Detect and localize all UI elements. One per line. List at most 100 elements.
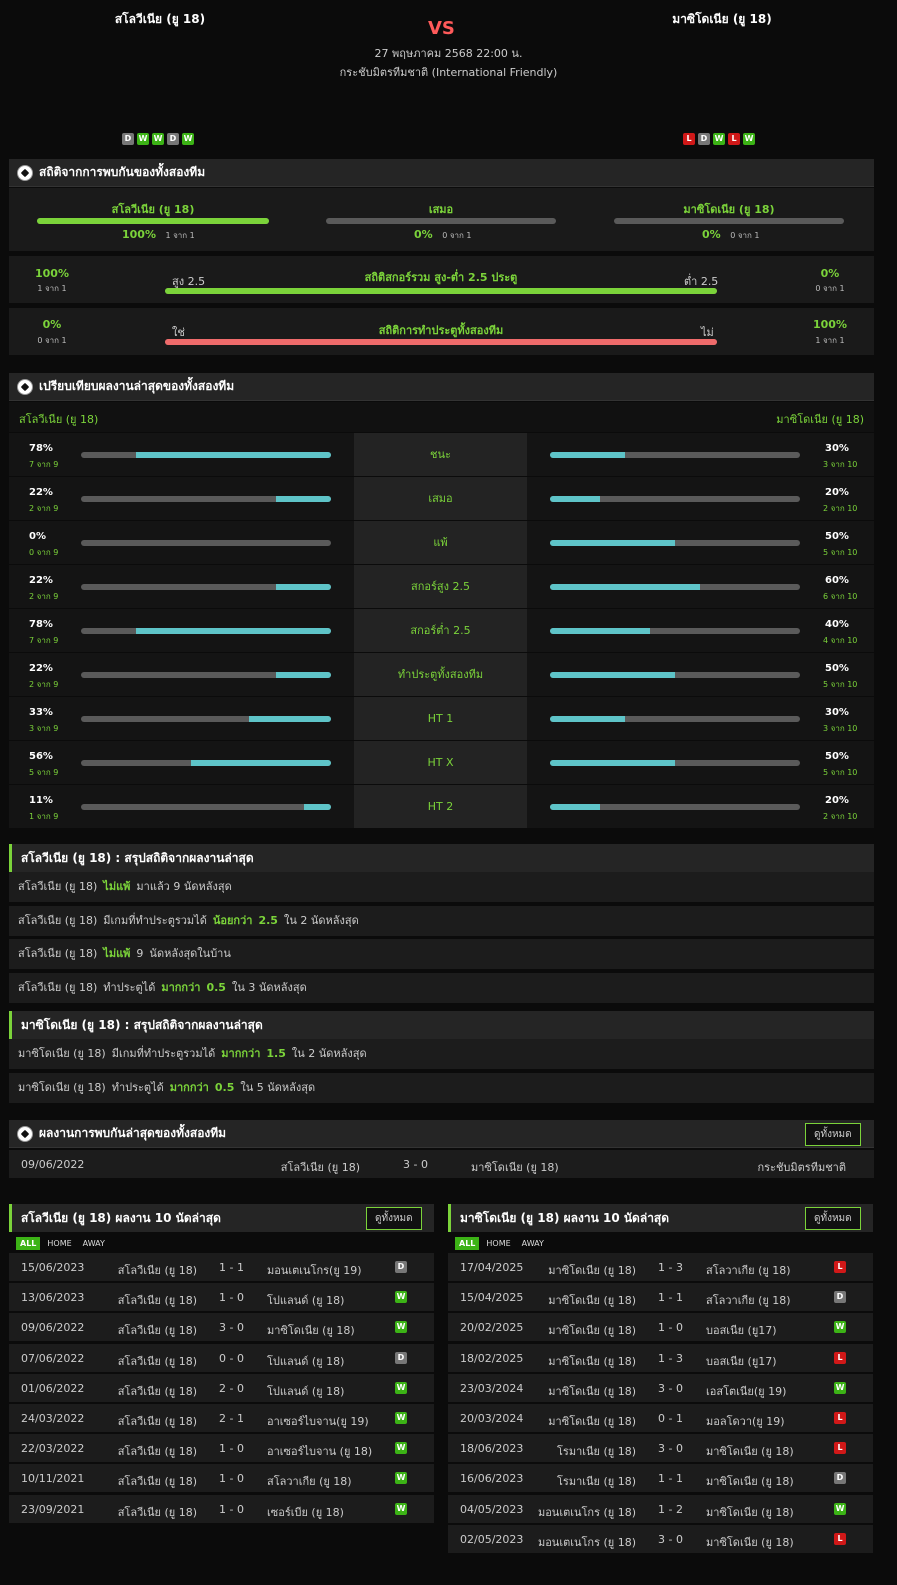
form-result-badge: D bbox=[122, 133, 134, 145]
match-row[interactable]: 20/02/2025 มาซิโดเนีย (ยู 18) 1 - 0 บอสเนีย… bbox=[448, 1313, 873, 1342]
match-row[interactable]: 18/06/2023 โรมาเนีย (ยู 18) 3 - 0 มาซิโดเนี… bbox=[448, 1434, 873, 1463]
away-team-name[interactable]: มาซิโดเนีย (ยู 18) bbox=[622, 10, 822, 29]
home-pct: 56% bbox=[29, 751, 53, 762]
match-row[interactable]: 10/11/2021 สโลวีเนีย (ยู 18) 1 - 0 สโลวาเกี… bbox=[9, 1464, 434, 1493]
match-row[interactable]: 01/06/2022 สโลวีเนีย (ยู 18) 2 - 0 โปแลนด์ … bbox=[9, 1373, 434, 1402]
football-icon bbox=[17, 164, 33, 181]
summary-row: มาซิโดเนีย (ยู 18) ทำประตูได้ มากกว่า 0.5 ใน… bbox=[9, 1072, 874, 1103]
match-row[interactable]: 15/04/2025 มาซิโดเนีย (ยู 18) 1 - 1 สโลวาเก… bbox=[448, 1283, 873, 1312]
form-result-badge: L bbox=[728, 133, 740, 145]
summary-text: 0.5 bbox=[214, 1080, 235, 1094]
match-row[interactable]: 07/06/2022 สโลวีเนีย (ยู 18) 0 - 0 โปแลนด์ … bbox=[9, 1343, 434, 1372]
match-row[interactable]: 16/06/2023 โรมาเนีย (ยู 18) 1 - 1 มาซิโดเนี… bbox=[448, 1464, 873, 1493]
tab-all[interactable]: ALL bbox=[16, 1237, 41, 1250]
match-date: 18/02/2025 bbox=[460, 1351, 524, 1365]
summary-text: มาแล้ว 9 นัดหลังสุด bbox=[136, 880, 232, 893]
match-row[interactable]: 17/04/2025 มาซิโดเนีย (ยู 18) 1 - 3 สโลวาเก… bbox=[448, 1253, 873, 1281]
result-badge: L bbox=[834, 1442, 846, 1455]
match-row[interactable]: 04/05/2023 มอนเตเนโกร (ยู 18) 1 - 2 มาซิโดเ… bbox=[448, 1494, 873, 1523]
summary-text: สโลวีเนีย (ยู 18) bbox=[18, 980, 98, 994]
compare-away-cell: 50% 5 จาก 10 bbox=[527, 741, 874, 784]
btts-left-sub: 0 จาก 1 bbox=[37, 336, 67, 345]
summary-row: สโลวีเนีย (ยู 18) ไม่แพ้ 9 นัดหลังสุดในบ้าน bbox=[9, 939, 874, 969]
h2h-view-all-button[interactable]: ดูทั้งหมด bbox=[805, 1123, 861, 1146]
summary-text: ใน 3 นัดหลังสุด bbox=[231, 980, 307, 994]
away-summary-header: มาซิโดเนีย (ยู 18) : สรุปสถิติจากผลงานล่… bbox=[9, 1011, 874, 1039]
tab-away[interactable]: AWAY bbox=[79, 1237, 109, 1250]
compare-label: แพ้ bbox=[354, 521, 527, 564]
compare-label: HT 2 bbox=[354, 785, 527, 828]
draw-label: เสมอ bbox=[428, 203, 454, 216]
home-summary-header: สโลวีเนีย (ยู 18) : สรุปสถิติจากผลงานล่า… bbox=[9, 844, 874, 872]
away-team: บอสเนีย (ยู17) bbox=[706, 1324, 777, 1338]
summary-row: สโลวีเนีย (ยู 18) ทำประตูได้ มากกว่า 0.5 ใน … bbox=[9, 972, 874, 1003]
match-row[interactable]: 02/05/2023 มอนเตเนโกร (ยู 18) 3 - 0 มาซิโดเ… bbox=[448, 1524, 873, 1553]
away-last10-view-all-button[interactable]: ดูทั้งหมด bbox=[805, 1207, 861, 1230]
form-result-badge: L bbox=[683, 133, 695, 145]
away-team: บอสเนีย (ยู17) bbox=[706, 1354, 777, 1368]
form-result-badge: W bbox=[743, 133, 755, 145]
compare-home-cell: 11% 1 จาก 9 bbox=[9, 785, 354, 828]
summary-text: ใน 5 นัดหลังสุด bbox=[240, 1080, 316, 1094]
match-date: 22/03/2022 bbox=[21, 1442, 85, 1456]
home-team-name[interactable]: สโลวีเนีย (ยู 18) bbox=[60, 10, 260, 29]
h2h-results-header: ผลงานการพบกันล่าสุดของทั้งสองทีม bbox=[9, 1120, 874, 1148]
match-row[interactable]: 22/03/2022 สโลวีเนีย (ยู 18) 1 - 0 อาเซอร์ไ… bbox=[9, 1434, 434, 1463]
match-row[interactable]: 24/03/2022 สโลวีเนีย (ยู 18) 2 - 1 อาเซอร์ไ… bbox=[9, 1404, 434, 1432]
btts-panel: 0% 0 จาก 1 ใช่ สถิติการทำประตูทั้งสองทีม… bbox=[9, 308, 874, 355]
summary-text: 2.5 bbox=[258, 913, 278, 927]
away-sub: 2 จาก 10 bbox=[823, 504, 858, 513]
result-badge: L bbox=[834, 1351, 846, 1364]
score: 3 - 0 bbox=[658, 1532, 683, 1546]
home-team: สโลวีเนีย (ยู 18) bbox=[117, 1294, 197, 1308]
form-result-badge: W bbox=[152, 133, 164, 145]
match-row[interactable]: 20/03/2024 มาซิโดเนีย (ยู 18) 0 - 1 มอลโดวา… bbox=[448, 1404, 873, 1432]
match-date: 20/02/2025 bbox=[460, 1321, 524, 1335]
away-pct: 30% bbox=[825, 443, 849, 454]
away-pct: 50% bbox=[825, 663, 849, 674]
match-row[interactable]: 15/06/2023 สโลวีเนีย (ยู 18) 1 - 1 มอนเตเนโ… bbox=[9, 1253, 434, 1281]
match-row[interactable]: 23/03/2024 มาซิโดเนีย (ยู 18) 3 - 0 เอสโตเน… bbox=[448, 1373, 873, 1402]
away-team: มาซิโดเนีย (ยู 18) bbox=[706, 1475, 794, 1489]
home-team: สโลวีเนีย (ยู 18) bbox=[280, 1161, 360, 1174]
match-row[interactable]: 13/06/2023 สโลวีเนีย (ยู 18) 1 - 0 โปแลนด์ … bbox=[9, 1283, 434, 1312]
home-form: DWWDW bbox=[122, 131, 197, 145]
score: 1 - 0 bbox=[219, 1502, 244, 1516]
match-date: 24/03/2022 bbox=[21, 1412, 85, 1425]
match-date: 23/03/2024 bbox=[460, 1381, 524, 1395]
away-bar bbox=[550, 716, 800, 722]
compare-row: 22% 2 จาก 9 ทำประตูทั้งสองทีม 50% 5 จาก 10 bbox=[9, 653, 874, 696]
summary-text: สโลวีเนีย (ยู 18) bbox=[18, 880, 98, 893]
home-last10-view-all-button[interactable]: ดูทั้งหมด bbox=[366, 1207, 422, 1230]
match-row[interactable]: 23/09/2021 สโลวีเนีย (ยู 18) 1 - 0 เซอร์เบี… bbox=[9, 1494, 434, 1523]
compare-row: 0% 0 จาก 9 แพ้ 50% 5 จาก 10 bbox=[9, 521, 874, 564]
h2h-row[interactable]: 09/06/2022 สโลวีเนีย (ยู 18) 3 - 0 มาซิโดเน… bbox=[9, 1150, 874, 1178]
tab-home[interactable]: HOME bbox=[43, 1237, 75, 1250]
form-result-badge: D bbox=[167, 133, 179, 145]
compare-away-cell: 30% 3 จาก 10 bbox=[527, 433, 874, 476]
home-team: สโลวีเนีย (ยู 18) bbox=[117, 1324, 197, 1338]
home-bar-fill bbox=[136, 452, 331, 458]
tab-home[interactable]: HOME bbox=[482, 1237, 514, 1250]
tab-away[interactable]: AWAY bbox=[518, 1237, 548, 1250]
result-badge: W bbox=[834, 1502, 846, 1515]
tab-all[interactable]: ALL bbox=[455, 1237, 480, 1250]
match-row[interactable]: 09/06/2022 สโลวีเนีย (ยู 18) 3 - 0 มาซิโดเน… bbox=[9, 1313, 434, 1342]
home-bar bbox=[81, 584, 331, 590]
summary-text: ไม่แพ้ bbox=[103, 947, 131, 960]
match-row[interactable]: 18/02/2025 มาซิโดเนีย (ยู 18) 1 - 3 บอสเนีย… bbox=[448, 1343, 873, 1372]
compare-row: 56% 5 จาก 9 HT X 50% 5 จาก 10 bbox=[9, 741, 874, 784]
home-bar bbox=[81, 628, 331, 634]
home-team: มอนเตเนโกร (ยู 18) bbox=[537, 1505, 636, 1519]
home-sub: 1 จาก 9 bbox=[29, 812, 59, 821]
result-badge: W bbox=[395, 1442, 407, 1455]
home-pct: 33% bbox=[29, 707, 53, 718]
score: 1 - 0 bbox=[658, 1321, 683, 1335]
match-date: 20/03/2024 bbox=[460, 1412, 524, 1425]
away-bar bbox=[550, 672, 800, 678]
compare-home-cell: 56% 5 จาก 9 bbox=[9, 741, 354, 784]
ou-right-sub: 0 จาก 1 bbox=[815, 284, 845, 293]
match-datetime: 27 พฤษภาคม 2568 22:00 น. bbox=[374, 47, 523, 60]
match-date: 23/09/2021 bbox=[21, 1502, 85, 1516]
score: 1 - 1 bbox=[658, 1472, 683, 1486]
